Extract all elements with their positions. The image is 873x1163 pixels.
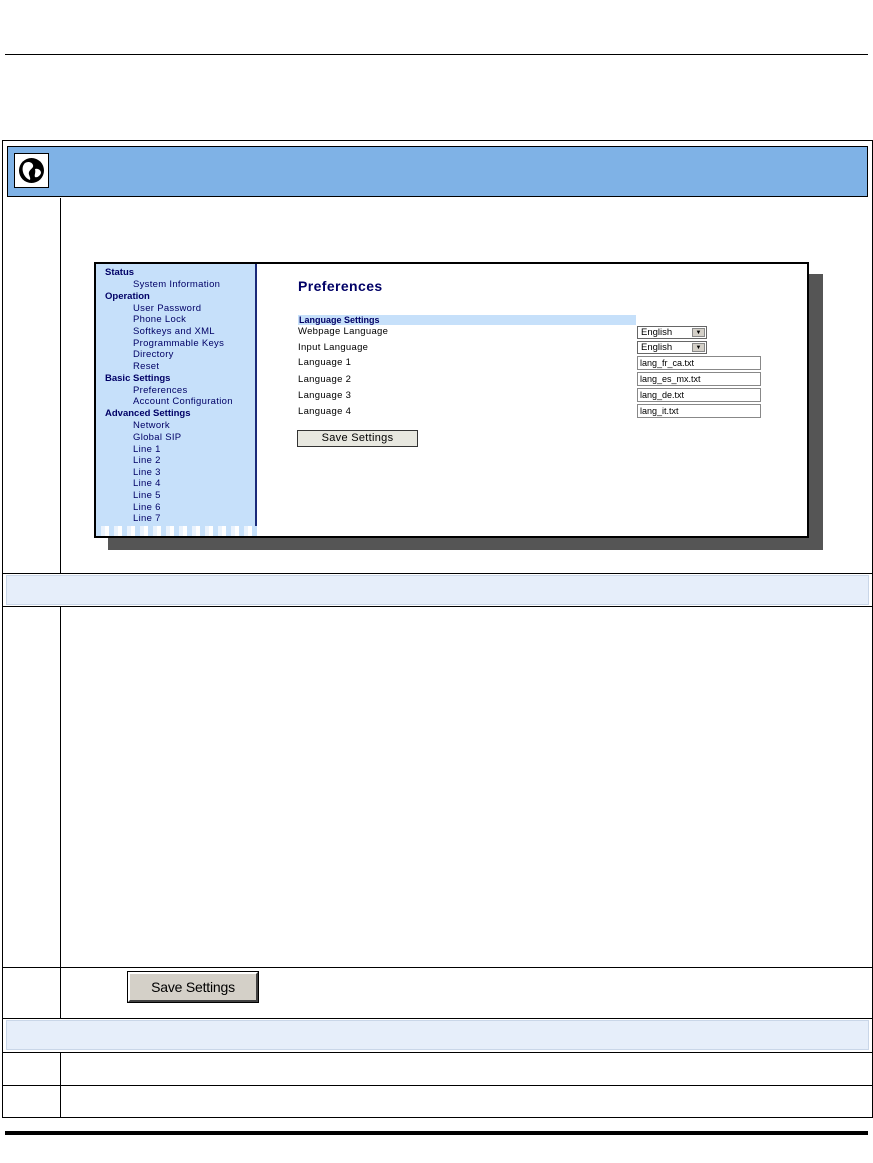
sidebar-item-line-6[interactable]: Line 6 — [133, 502, 161, 513]
sidebar-section-operation: Operation — [105, 291, 150, 302]
input-language-select[interactable]: English ▼ — [637, 341, 707, 354]
sidebar-item-global-sip[interactable]: Global SIP — [133, 432, 181, 443]
globe-icon — [14, 153, 49, 188]
step-column-divider — [60, 967, 61, 1018]
sidebar-item-phone-lock[interactable]: Phone Lock — [133, 314, 186, 325]
torn-edge — [96, 526, 257, 536]
sidebar-item-line-4[interactable]: Line 4 — [133, 478, 161, 489]
sidebar-item-account-configuration[interactable]: Account Configuration — [133, 396, 233, 407]
step-column-divider — [60, 198, 61, 573]
sidebar-section-advanced-settings: Advanced Settings — [105, 408, 191, 419]
sidebar-section-basic-settings: Basic Settings — [105, 373, 171, 384]
page-title: Preferences — [298, 278, 383, 294]
language-4-label: Language 4 — [298, 406, 352, 417]
sidebar-item-preferences[interactable]: Preferences — [133, 385, 188, 396]
input-language-value: English — [641, 342, 673, 353]
section-band — [6, 1020, 869, 1050]
sidebar-item-programmable-keys[interactable]: Programmable Keys — [133, 338, 224, 349]
sidebar-item-line-2[interactable]: Line 2 — [133, 455, 161, 466]
table-header — [7, 146, 868, 197]
step-column-divider — [60, 1052, 61, 1085]
sidebar-item-line-3[interactable]: Line 3 — [133, 467, 161, 478]
row-divider — [3, 1085, 872, 1086]
sidebar: Status System Information Operation User… — [96, 264, 257, 536]
sidebar-item-network[interactable]: Network — [133, 420, 170, 431]
language-3-label: Language 3 — [298, 390, 352, 401]
webpage-language-label: Webpage Language — [298, 326, 389, 337]
input-language-label: Input Language — [298, 342, 369, 353]
sidebar-item-user-password[interactable]: User Password — [133, 303, 201, 314]
row-divider — [3, 967, 872, 968]
language-2-label: Language 2 — [298, 374, 352, 385]
row-divider — [3, 606, 872, 607]
language-1-label: Language 1 — [298, 357, 352, 368]
step-column-divider — [60, 1085, 61, 1118]
sidebar-item-system-information[interactable]: System Information — [133, 279, 220, 290]
sidebar-item-line-7[interactable]: Line 7 — [133, 513, 161, 524]
save-settings-button-image[interactable]: Save Settings — [128, 972, 258, 1002]
sidebar-item-line-5[interactable]: Line 5 — [133, 490, 161, 501]
chevron-down-icon: ▼ — [692, 328, 705, 337]
sidebar-item-directory[interactable]: Directory — [133, 349, 174, 360]
language-4-input[interactable]: lang_it.txt — [637, 404, 761, 418]
language-1-input[interactable]: lang_fr_ca.txt — [637, 356, 761, 370]
language-settings-header: Language Settings — [298, 315, 636, 325]
sidebar-item-reset[interactable]: Reset — [133, 361, 159, 372]
sidebar-section-status: Status — [105, 267, 135, 278]
language-2-input[interactable]: lang_es_mx.txt — [637, 372, 761, 386]
save-settings-button[interactable]: Save Settings — [297, 430, 418, 447]
webpage-language-value: English — [641, 327, 673, 338]
bottom-rule — [5, 1131, 868, 1135]
section-band — [6, 575, 869, 605]
row-divider — [3, 1018, 872, 1019]
webpage-language-select[interactable]: English ▼ — [637, 326, 707, 339]
step-column-divider — [60, 606, 61, 967]
chevron-down-icon: ▼ — [692, 343, 705, 352]
preferences-screenshot: Status System Information Operation User… — [94, 262, 809, 538]
language-3-input[interactable]: lang_de.txt — [637, 388, 761, 402]
top-rule — [5, 54, 868, 55]
row-divider — [3, 573, 872, 574]
sidebar-item-softkeys-xml[interactable]: Softkeys and XML — [133, 326, 215, 337]
sidebar-item-line-1[interactable]: Line 1 — [133, 444, 161, 455]
row-divider — [3, 1052, 872, 1053]
